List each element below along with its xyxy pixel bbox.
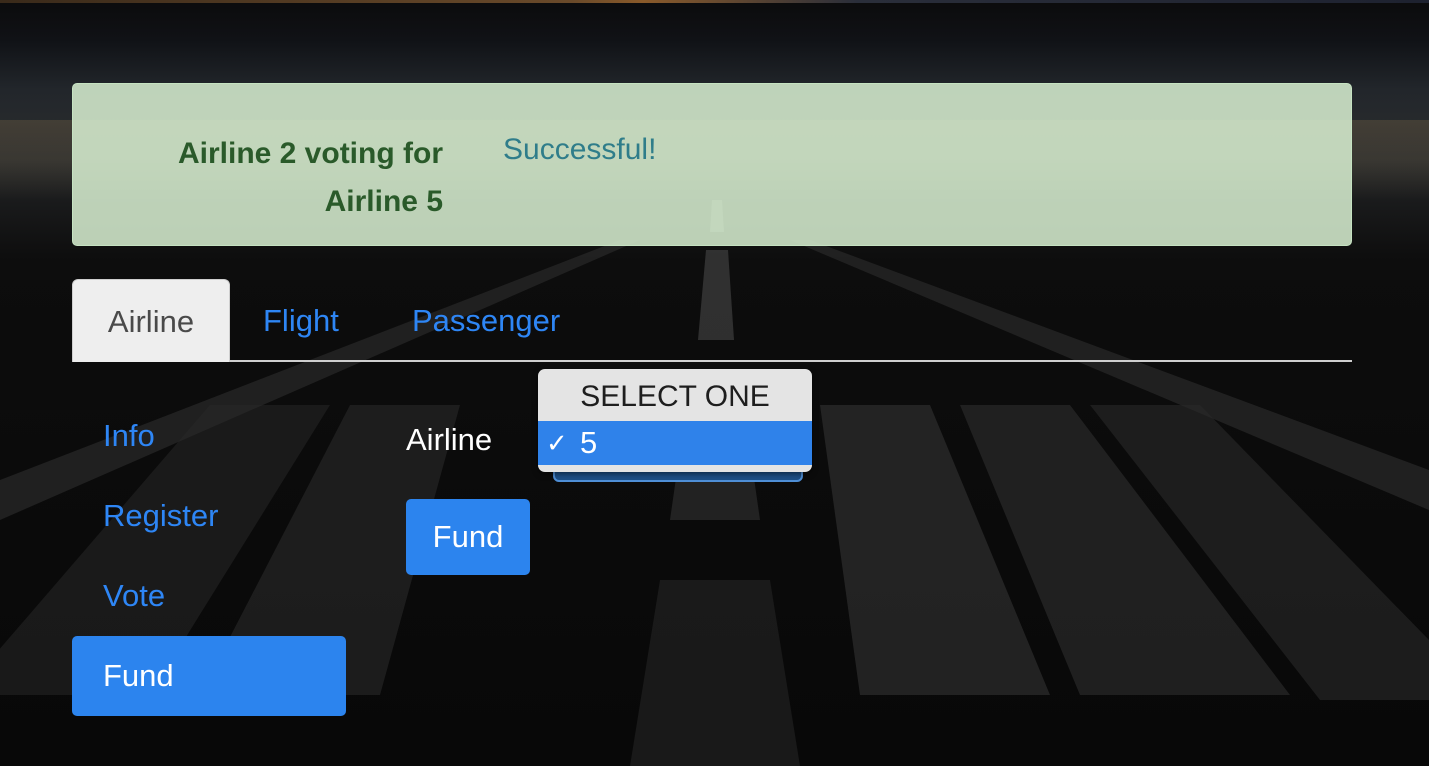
select-option-selected[interactable]: ✓ 5 [538,421,812,465]
airline-field-label: Airline [406,422,493,457]
side-nav: Info Register Vote Fund [72,396,346,716]
tab-flight[interactable]: Flight [263,279,339,362]
fund-button[interactable]: Fund [406,499,530,575]
sidebar-item-vote[interactable]: Vote [72,556,346,636]
sidebar-item-fund[interactable]: Fund [72,636,346,716]
alert-message: Successful! [503,133,657,166]
airline-select-dropdown[interactable]: SELECT ONE ✓ 5 [538,369,812,472]
tab-airline[interactable]: Airline [72,279,230,362]
main-tabs: Airline Flight Passenger [72,279,1352,362]
checkmark-icon: ✓ [546,428,568,458]
select-option-placeholder[interactable]: SELECT ONE [538,373,812,421]
success-alert: Airline 2 voting for Airline 5 Successfu… [72,83,1352,246]
alert-label: Airline 2 voting for Airline 5 [177,137,443,218]
select-option-label: 5 [580,425,598,460]
sidebar-item-info[interactable]: Info [72,396,346,476]
sidebar-item-register[interactable]: Register [72,476,346,556]
tab-passenger[interactable]: Passenger [412,279,560,362]
